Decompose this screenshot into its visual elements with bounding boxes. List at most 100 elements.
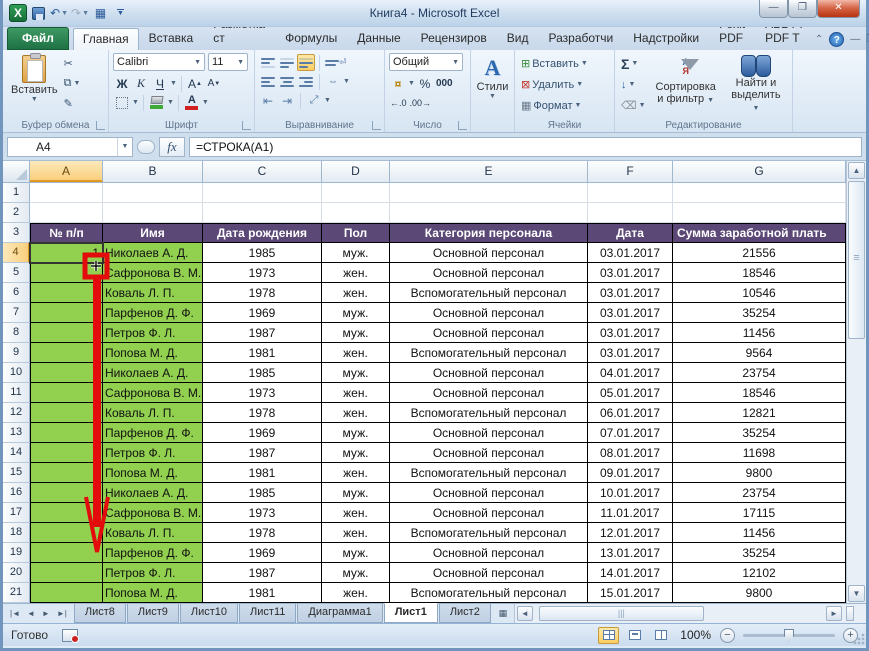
cell-G19[interactable]: 35254 <box>673 543 846 563</box>
cell-G12[interactable]: 12821 <box>673 403 846 423</box>
column-header-D[interactable]: D <box>322 161 390 182</box>
copy-button[interactable]: ⧉ ▼ <box>62 75 83 92</box>
delete-cells-button[interactable]: ⊠ Удалить ▼ <box>519 76 610 93</box>
cell-D11[interactable]: жен. <box>322 383 390 403</box>
cell-D7[interactable]: муж. <box>322 303 390 323</box>
tab-split-handle[interactable] <box>846 606 854 621</box>
cell-G6[interactable]: 10546 <box>673 283 846 303</box>
styles-button[interactable]: А Стили ▼ <box>475 53 510 102</box>
number-dialog-launcher[interactable] <box>458 121 467 130</box>
cell-C20[interactable]: 1987 <box>203 563 322 583</box>
cell-B3[interactable]: Имя <box>103 223 203 243</box>
sheet-tab-лист2[interactable]: Лист2 <box>438 604 491 623</box>
formula-bar-handle[interactable] <box>137 139 155 154</box>
cell-G9[interactable]: 9564 <box>673 343 846 363</box>
cell-D5[interactable]: жен. <box>322 263 390 283</box>
cell-E2[interactable] <box>390 203 588 223</box>
orientation-button[interactable]: ⤢ <box>305 92 323 109</box>
cell-E16[interactable]: Основной персонал <box>390 483 588 503</box>
align-left-button[interactable] <box>259 73 277 90</box>
decrease-indent-button[interactable]: ⇤ <box>259 92 277 109</box>
select-all-corner[interactable] <box>3 161 30 182</box>
cell-B5[interactable]: Сафронова В. М. <box>103 263 203 283</box>
row-header-5[interactable]: 5 <box>3 263 30 283</box>
cell-F15[interactable]: 09.01.2017 <box>588 463 673 483</box>
cell-B21[interactable]: Попова М. Д. <box>103 583 203 603</box>
cell-G2[interactable] <box>673 203 846 223</box>
column-header-B[interactable]: B <box>103 161 203 182</box>
cell-E11[interactable]: Основной персонал <box>390 383 588 403</box>
minimize-button[interactable]: — <box>759 0 788 18</box>
ribbon-tab-рецензиров[interactable]: Рецензиров <box>411 27 497 50</box>
cell-F2[interactable] <box>588 203 673 223</box>
cell-A5[interactable] <box>30 263 103 283</box>
cell-C6[interactable]: 1978 <box>203 283 322 303</box>
cell-F1[interactable] <box>588 183 673 203</box>
vertical-scroll-thumb[interactable] <box>848 181 865 339</box>
undo-button[interactable]: ↶ ▼ <box>50 5 68 22</box>
insert-function-button[interactable]: fx <box>159 136 185 157</box>
sort-filter-button[interactable]: АЯ Сортировка и фильтр ▼ <box>652 53 720 117</box>
redo-button[interactable]: ↷ ▼ <box>71 5 89 22</box>
cell-E6[interactable]: Вспомогательный персонал <box>390 283 588 303</box>
row-header-18[interactable]: 18 <box>3 523 30 543</box>
cell-E12[interactable]: Вспомогательный персонал <box>390 403 588 423</box>
cell-F20[interactable]: 14.01.2017 <box>588 563 673 583</box>
row-header-6[interactable]: 6 <box>3 283 30 303</box>
cell-B16[interactable]: Николаев А. Д. <box>103 483 203 503</box>
column-header-E[interactable]: E <box>390 161 588 182</box>
macro-record-icon[interactable] <box>62 628 80 643</box>
cell-D17[interactable]: жен. <box>322 503 390 523</box>
cell-A12[interactable] <box>30 403 103 423</box>
column-header-G[interactable]: G <box>673 161 846 182</box>
increase-indent-button[interactable]: ⇥ <box>278 92 296 109</box>
cell-C12[interactable]: 1978 <box>203 403 322 423</box>
cell-B1[interactable] <box>103 183 203 203</box>
cell-D18[interactable]: жен. <box>322 523 390 543</box>
sheet-tab-лист1[interactable]: Лист1 <box>383 603 438 623</box>
align-middle-button[interactable] <box>278 54 296 71</box>
zoom-slider[interactable] <box>743 628 835 642</box>
font-size-select[interactable]: 11 ▼ <box>208 53 248 71</box>
row-header-16[interactable]: 16 <box>3 483 30 503</box>
grow-font-button[interactable]: А ▲ <box>186 75 204 92</box>
zoom-slider-handle[interactable] <box>784 628 794 642</box>
cell-C18[interactable]: 1978 <box>203 523 322 543</box>
first-sheet-icon[interactable]: |◄ <box>7 607 23 620</box>
ribbon-tab-главная[interactable]: Главная <box>72 28 139 50</box>
cell-F8[interactable]: 03.01.2017 <box>588 323 673 343</box>
sheet-tab-лист10[interactable]: Лист10 <box>179 604 239 623</box>
scroll-right-icon[interactable]: ► <box>826 606 842 621</box>
row-header-11[interactable]: 11 <box>3 383 30 403</box>
cell-G1[interactable] <box>673 183 846 203</box>
ribbon-tab-разработчи[interactable]: Разработчи <box>539 27 624 50</box>
cell-E21[interactable]: Вспомогательный персонал <box>390 583 588 603</box>
increase-decimal-button[interactable]: ←.0 <box>389 94 408 111</box>
clipboard-dialog-launcher[interactable] <box>96 121 105 130</box>
cell-A8[interactable] <box>30 323 103 343</box>
cell-A7[interactable] <box>30 303 103 323</box>
page-break-view-button[interactable] <box>650 627 671 644</box>
number-format-select[interactable]: Общий ▼ <box>389 53 463 71</box>
help-button[interactable]: ? <box>829 32 845 47</box>
cell-E5[interactable]: Основной персонал <box>390 263 588 283</box>
cell-D10[interactable]: муж. <box>322 363 390 383</box>
cell-F4[interactable]: 03.01.2017 <box>588 243 673 263</box>
cell-A3[interactable]: № п/п <box>30 223 103 243</box>
cell-A19[interactable] <box>30 543 103 563</box>
name-box[interactable]: A4 ▼ <box>7 136 133 157</box>
cell-F16[interactable]: 10.01.2017 <box>588 483 673 503</box>
cell-B9[interactable]: Попова М. Д. <box>103 343 203 363</box>
cell-F17[interactable]: 11.01.2017 <box>588 503 673 523</box>
cell-G15[interactable]: 9800 <box>673 463 846 483</box>
row-header-20[interactable]: 20 <box>3 563 30 583</box>
cell-D20[interactable]: муж. <box>322 563 390 583</box>
cell-A10[interactable] <box>30 363 103 383</box>
cell-E7[interactable]: Основной персонал <box>390 303 588 323</box>
cell-G17[interactable]: 17115 <box>673 503 846 523</box>
cell-G4[interactable]: 21556 <box>673 243 846 263</box>
cell-G8[interactable]: 11456 <box>673 323 846 343</box>
cell-F13[interactable]: 07.01.2017 <box>588 423 673 443</box>
row-header-2[interactable]: 2 <box>3 203 30 223</box>
cell-F19[interactable]: 13.01.2017 <box>588 543 673 563</box>
